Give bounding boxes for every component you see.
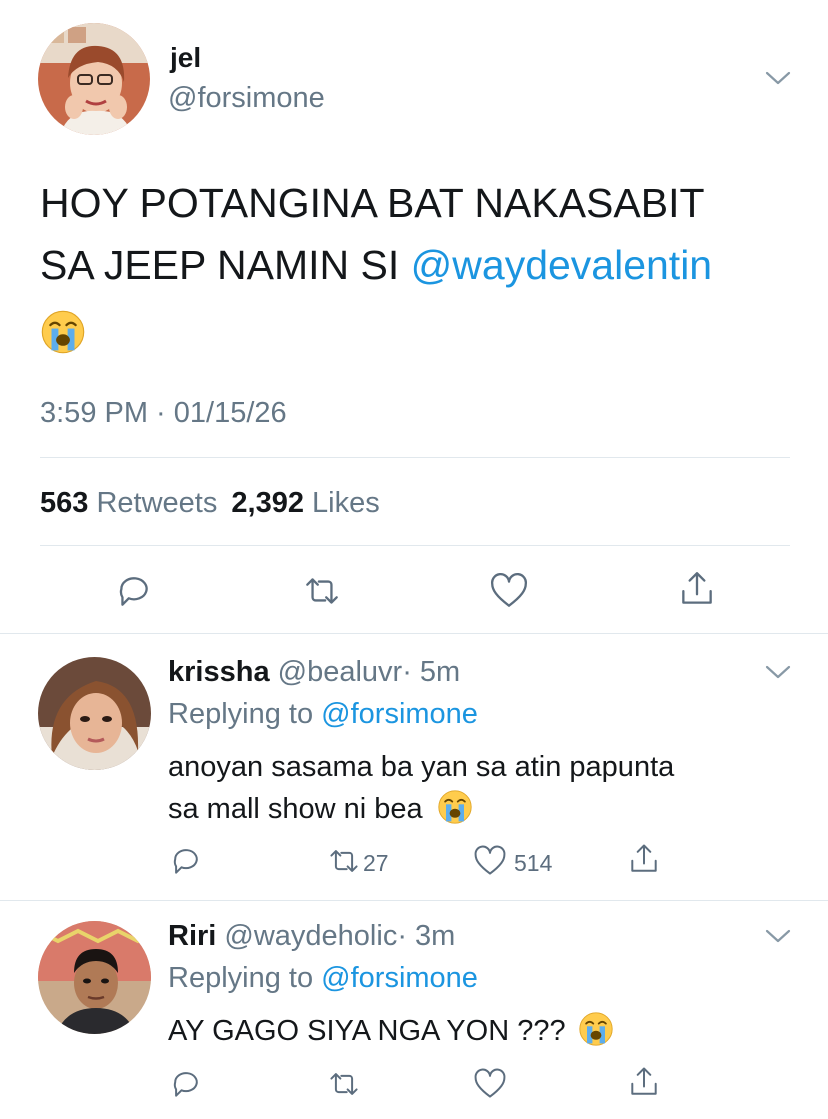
reply-text: AY GAGO SIYA NGA YON ???: [168, 1010, 614, 1052]
timestamp[interactable]: 3:59 PM · 01/15/26: [40, 397, 287, 430]
chevron-down-icon[interactable]: [764, 664, 792, 680]
reply-text-line1: anoyan sasama ba yan sa atin papunta: [168, 751, 675, 783]
chevron-down-icon[interactable]: [764, 70, 792, 86]
reply-time[interactable]: · 5m: [402, 656, 460, 688]
reply-text-line2-row: sa mall show ni bea: [168, 788, 674, 830]
loudly-crying-face-icon: [578, 1011, 614, 1047]
like-count[interactable]: 514: [514, 850, 552, 877]
reply-header: Riri @waydeholic· 3m: [168, 920, 455, 953]
avatar-krissha[interactable]: [38, 657, 151, 770]
avatar-image: [38, 921, 151, 1034]
divider: [0, 900, 828, 901]
engagement-stats: 563 Retweets 2,392 Likes: [40, 487, 380, 520]
avatar-image: [38, 23, 150, 135]
divider: [40, 545, 790, 546]
heart-icon[interactable]: [488, 570, 530, 612]
chevron-down-icon[interactable]: [764, 928, 792, 944]
retweet-count[interactable]: 27: [363, 850, 389, 877]
heart-icon[interactable]: [472, 843, 508, 879]
share-icon[interactable]: [626, 1064, 662, 1100]
replying-to: Replying to @forsimone: [168, 698, 478, 731]
like-label[interactable]: Likes: [312, 487, 380, 519]
avatar-riri[interactable]: [38, 921, 151, 1034]
reply-time[interactable]: · 3m: [397, 920, 455, 952]
replying-label: Replying to: [168, 698, 322, 730]
avatar-image: [38, 657, 151, 770]
reply-text: anoyan sasama ba yan sa atin papunta sa …: [168, 746, 674, 830]
tweet-text-line2-prefix: SA JEEP NAMIN SI: [40, 242, 411, 288]
replying-to: Replying to @forsimone: [168, 962, 478, 995]
reply-text-line1: AY GAGO SIYA NGA YON ???: [168, 1015, 566, 1047]
avatar-jel[interactable]: [38, 23, 150, 135]
divider: [40, 457, 790, 458]
reply-text-line2: sa mall show ni bea: [168, 793, 423, 825]
reply-display-name[interactable]: krissha: [168, 656, 270, 688]
reply-display-name[interactable]: Riri: [168, 920, 216, 952]
reply-icon[interactable]: [168, 1066, 204, 1102]
share-icon[interactable]: [676, 568, 718, 610]
reply-handle[interactable]: @bealuvr: [278, 656, 403, 688]
retweet-icon[interactable]: [301, 570, 343, 612]
tweet-text: HOY POTANGINA BAT NAKASABIT SA JEEP NAMI…: [40, 172, 810, 352]
reply-handle[interactable]: @waydeholic: [224, 920, 397, 952]
main-handle[interactable]: @forsimone: [168, 82, 325, 115]
retweet-count[interactable]: 563: [40, 487, 88, 519]
tweet-emoji-line: [40, 296, 810, 352]
tweet-text-line2: SA JEEP NAMIN SI @waydevalentin: [40, 234, 810, 296]
replying-to-link[interactable]: @forsimone: [321, 698, 478, 730]
retweet-label[interactable]: Retweets: [96, 487, 217, 519]
like-count[interactable]: 2,392: [231, 487, 304, 519]
replying-to-link[interactable]: @forsimone: [321, 962, 478, 994]
reply-header: krissha @bealuvr· 5m: [168, 656, 460, 689]
main-display-name[interactable]: jel: [170, 42, 201, 74]
reply-icon[interactable]: [168, 843, 204, 879]
loudly-crying-face-icon: [40, 309, 86, 355]
mention-link[interactable]: @waydevalentin: [411, 242, 712, 288]
loudly-crying-face-icon: [437, 789, 473, 825]
replying-label: Replying to: [168, 962, 322, 994]
tweet-text-line1: HOY POTANGINA BAT NAKASABIT: [40, 180, 705, 226]
share-icon[interactable]: [626, 841, 662, 877]
heart-icon[interactable]: [472, 1066, 508, 1102]
retweet-icon[interactable]: [326, 1066, 362, 1102]
divider: [0, 633, 828, 634]
retweet-icon[interactable]: [326, 843, 362, 879]
reply-icon[interactable]: [113, 570, 155, 612]
